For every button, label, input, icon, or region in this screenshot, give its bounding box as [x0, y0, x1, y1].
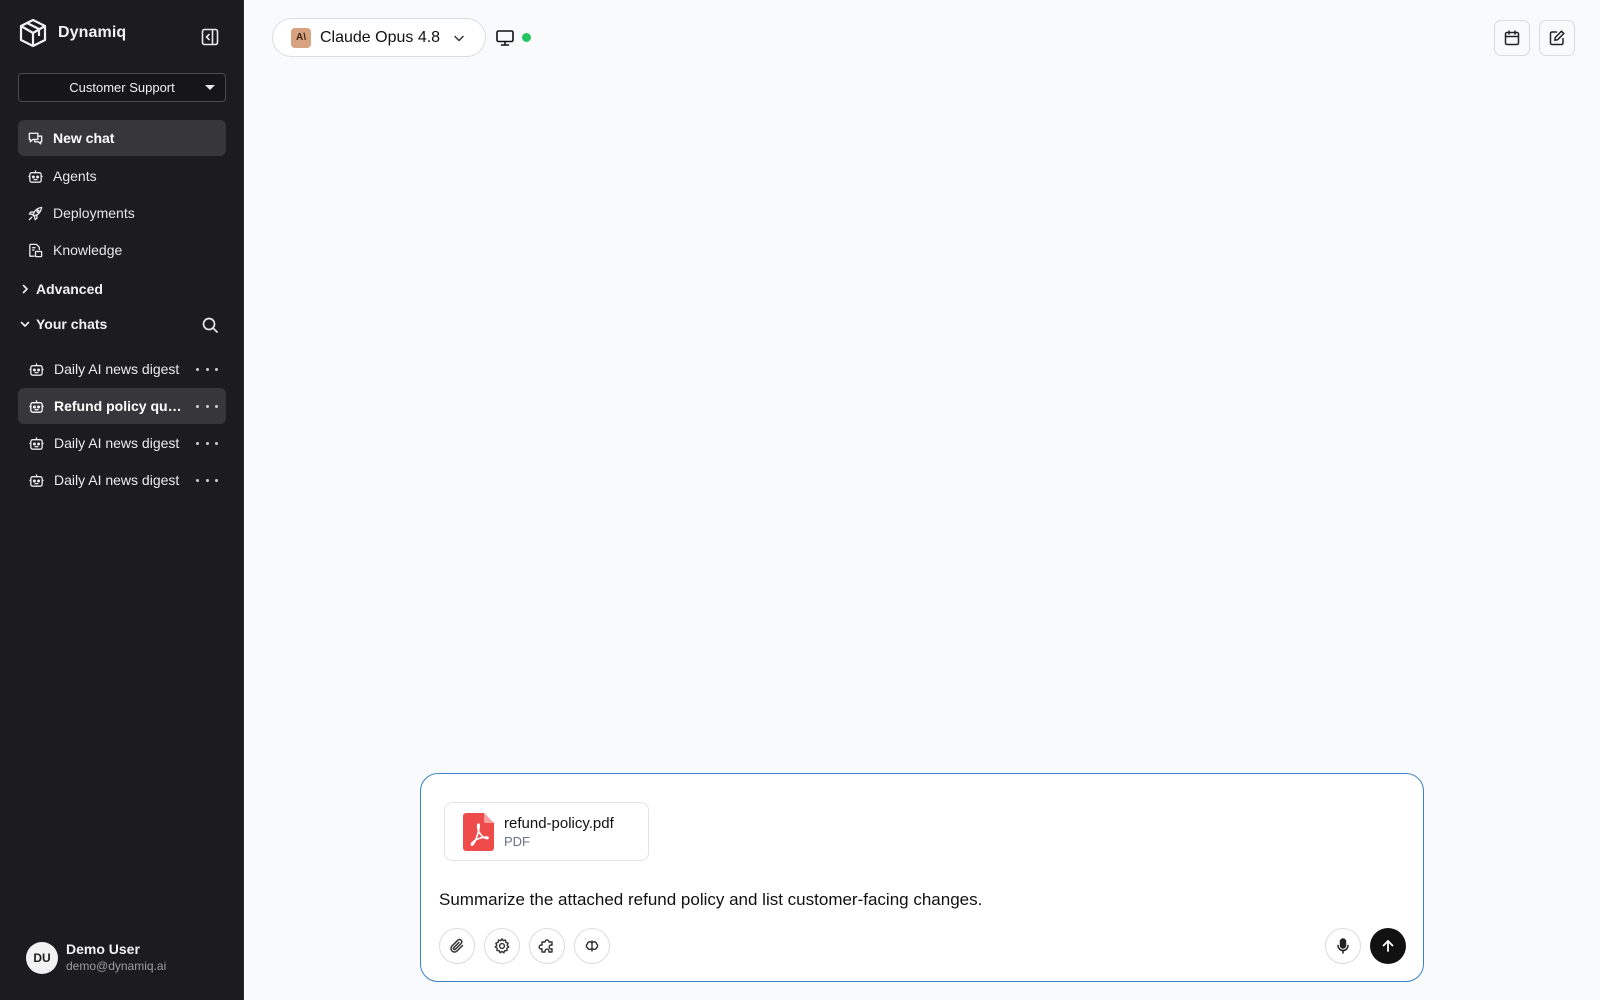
- model-selector[interactable]: A\ Claude Opus 4.8: [272, 18, 486, 57]
- nav-new-chat[interactable]: New chat: [18, 120, 226, 156]
- pdf-file-icon: [463, 812, 494, 851]
- attachment-name: refund-policy.pdf: [504, 814, 614, 832]
- status-indicator: [522, 33, 531, 42]
- user-info: Demo User demo@dynamiq.ai: [66, 940, 166, 975]
- user-email: demo@dynamiq.ai: [66, 959, 167, 973]
- chat-composer: refund-policy.pdf PDF Summarize the atta…: [420, 773, 1424, 982]
- robot-icon: [27, 434, 45, 452]
- agent-tools-button[interactable]: [574, 928, 610, 964]
- more-options-icon[interactable]: [196, 434, 218, 452]
- monitor-icon: [496, 30, 514, 46]
- chevron-right-icon: [18, 282, 32, 296]
- attachment-type: PDF: [504, 833, 530, 849]
- workspace-select-value: Customer Support: [69, 80, 175, 95]
- workspace-select[interactable]: Customer Support: [18, 73, 226, 102]
- nav-label: New chat: [53, 130, 115, 146]
- sidebar-toggle-icon: [201, 28, 219, 46]
- dynamiq-logo-icon: [19, 18, 47, 48]
- chat-item[interactable]: Daily AI news digest: [18, 351, 226, 387]
- arrow-up-icon: [1382, 940, 1394, 952]
- user-profile[interactable]: DU Demo User demo@dynamiq.ai: [26, 940, 166, 975]
- microphone-icon: [1337, 938, 1349, 954]
- section-your-chats[interactable]: Your chats: [18, 312, 107, 336]
- chat-item-label: Daily AI news digest: [54, 472, 180, 488]
- settings-button[interactable]: [484, 928, 520, 964]
- knowledge-icon: [26, 241, 44, 259]
- new-chat-button[interactable]: [1539, 20, 1575, 56]
- send-button[interactable]: [1370, 928, 1406, 964]
- collapse-sidebar-button[interactable]: [198, 25, 222, 49]
- edit-icon: [1549, 30, 1565, 46]
- chat-item[interactable]: Daily AI news digest: [18, 462, 226, 498]
- attachment-card[interactable]: refund-policy.pdf PDF: [444, 802, 649, 861]
- prompt-input[interactable]: Summarize the attached refund policy and…: [439, 890, 1399, 910]
- chat-icon: [26, 129, 44, 147]
- anthropic-logo-icon: A\: [291, 27, 311, 48]
- section-your-chats-label: Your chats: [36, 316, 108, 332]
- attach-file-button[interactable]: [439, 928, 475, 964]
- robot-icon: [27, 397, 45, 415]
- more-options-icon[interactable]: [196, 397, 218, 415]
- calendar-icon: [1504, 30, 1520, 46]
- section-advanced[interactable]: Advanced: [18, 277, 103, 301]
- integrations-button[interactable]: [529, 928, 565, 964]
- nav-deployments[interactable]: Deployments: [18, 195, 226, 231]
- search-chats-button[interactable]: [199, 314, 221, 336]
- section-advanced-label: Advanced: [36, 281, 103, 297]
- chat-item-active[interactable]: Refund policy question: [18, 388, 226, 424]
- robot-icon: [27, 360, 45, 378]
- nav-knowledge[interactable]: Knowledge: [18, 232, 226, 268]
- chat-item[interactable]: Daily AI news digest: [18, 425, 226, 461]
- user-name: Demo User: [66, 941, 140, 957]
- search-icon: [202, 317, 218, 333]
- more-options-icon[interactable]: [196, 360, 218, 378]
- puzzle-icon: [538, 939, 553, 953]
- nav-label: Deployments: [53, 205, 135, 221]
- robot-icon: [26, 167, 44, 185]
- rocket-icon: [26, 204, 44, 222]
- voice-input-button[interactable]: [1325, 928, 1361, 964]
- nav-label: Knowledge: [53, 242, 123, 258]
- robot-icon: [27, 471, 45, 489]
- nav-label: Agents: [53, 168, 97, 184]
- chevron-down-icon: [18, 317, 32, 331]
- brand[interactable]: Dynamiq: [18, 17, 126, 49]
- computer-use-toggle[interactable]: [494, 28, 516, 48]
- chat-item-label: Refund policy question: [54, 398, 186, 414]
- avatar: DU: [26, 941, 58, 974]
- sidebar: Dynamiq Customer Support New chat Agents…: [0, 0, 244, 1000]
- nav-agents[interactable]: Agents: [18, 158, 226, 194]
- brain-icon: [585, 940, 599, 952]
- chat-item-label: Daily AI news digest: [54, 435, 180, 451]
- chevron-down-icon: [452, 31, 466, 45]
- attachment-info: refund-policy.pdf PDF: [504, 814, 614, 850]
- gear-icon: [494, 938, 510, 954]
- paperclip-icon: [450, 938, 464, 953]
- schedule-button[interactable]: [1494, 20, 1530, 56]
- model-name: Claude Opus 4.8: [320, 28, 441, 46]
- chat-item-label: Daily AI news digest: [54, 361, 180, 377]
- brand-name: Dynamiq: [58, 24, 127, 41]
- caret-down-icon: [205, 85, 215, 90]
- more-options-icon[interactable]: [196, 471, 218, 489]
